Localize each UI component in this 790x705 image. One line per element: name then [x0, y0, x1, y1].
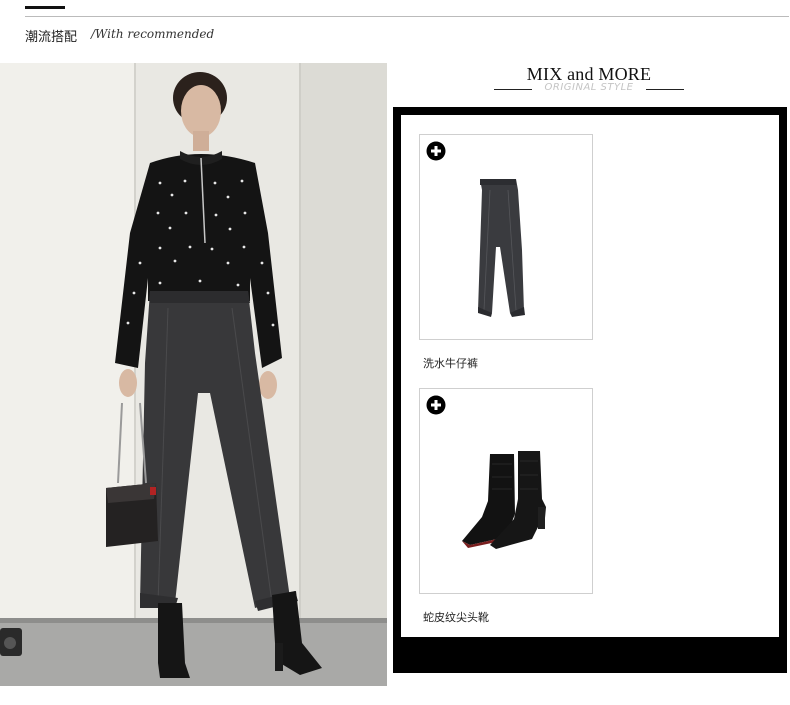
product-frame: 洗水牛仔裤 蛇皮纹尖头靴 — [393, 107, 787, 673]
product-card-boots[interactable] — [419, 388, 593, 594]
header-accent-bar — [25, 6, 65, 9]
mix-subtitle-row: ORIGINAL STYLE — [494, 82, 684, 96]
section-title: 潮流搭配 — [25, 30, 78, 45]
jeans-image — [478, 179, 525, 317]
product-panel: 洗水牛仔裤 蛇皮纹尖头靴 — [401, 115, 779, 637]
model-photo — [0, 63, 387, 686]
add-jeans-plus-icon[interactable] — [426, 141, 446, 161]
boots-image — [462, 451, 546, 549]
product-card-jeans[interactable] — [419, 134, 593, 340]
product-label-jeans[interactable]: 洗水牛仔裤 — [423, 355, 478, 371]
header-divider — [25, 16, 789, 17]
mix-subtitle-line-right — [646, 89, 684, 90]
mix-subtitle: ORIGINAL STYLE — [544, 82, 634, 93]
product-label-boots[interactable]: 蛇皮纹尖头靴 — [423, 609, 489, 625]
add-boots-plus-icon[interactable] — [426, 395, 446, 415]
section-subtitle: /With recommended — [91, 27, 215, 41]
